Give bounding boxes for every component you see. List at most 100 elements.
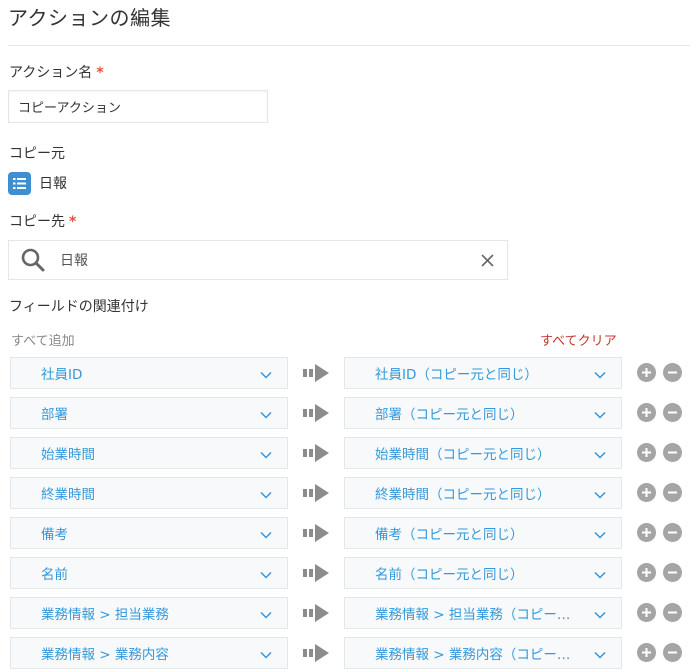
source-field-value: 備考 <box>41 527 68 543</box>
chevron-down-icon <box>259 607 273 621</box>
add-all-link[interactable]: すべて追加 <box>11 330 75 349</box>
plus-icon <box>641 607 652 618</box>
dest-field-select[interactable]: 業務情報 > 担当業務（コピー… <box>344 597 622 629</box>
dest-field-select[interactable]: 社員ID（コピー元と同じ） <box>344 357 622 389</box>
source-field-value: 始業時間 <box>41 447 95 463</box>
copy-source-app-name: 日報 <box>39 176 67 192</box>
chevron-down-icon <box>259 447 273 461</box>
copy-source-label: コピー元 <box>9 146 65 162</box>
source-field-select[interactable]: 業務情報 > 担当業務 <box>10 597 288 629</box>
minus-icon <box>667 647 678 658</box>
title-divider <box>8 45 690 46</box>
source-field-select[interactable]: 終業時間 <box>10 477 288 509</box>
source-field-value: 終業時間 <box>41 487 95 503</box>
dest-field-select[interactable]: 業務情報 > 業務内容（コピー… <box>344 637 622 669</box>
chevron-down-icon <box>259 567 273 581</box>
chevron-down-icon <box>259 527 273 541</box>
minus-icon <box>667 367 678 378</box>
remove-row-button[interactable] <box>663 443 682 462</box>
remove-row-button[interactable] <box>663 603 682 622</box>
page-title: アクションの編集 <box>8 6 171 30</box>
remove-row-button[interactable] <box>663 363 682 382</box>
arrow-right-icon <box>303 524 329 542</box>
required-mark: * <box>96 65 104 81</box>
source-field-select[interactable]: 業務情報 > 業務内容 <box>10 637 288 669</box>
chevron-down-icon <box>259 487 273 501</box>
minus-icon <box>667 407 678 418</box>
arrow-right-icon <box>303 484 329 502</box>
clear-all-link[interactable]: すべてクリア <box>540 330 617 349</box>
plus-icon <box>641 407 652 418</box>
add-row-button[interactable] <box>637 403 656 422</box>
arrow-right-icon <box>303 564 329 582</box>
chevron-down-icon <box>259 367 273 381</box>
mapping-row: 名前 名前（コピー元と同じ） <box>10 557 690 589</box>
add-row-button[interactable] <box>637 563 656 582</box>
source-field-select[interactable]: 始業時間 <box>10 437 288 469</box>
chevron-down-icon <box>593 527 607 541</box>
dest-field-value: 業務情報 > 業務内容（コピー… <box>375 647 571 663</box>
arrow-right-icon <box>303 444 329 462</box>
close-icon[interactable] <box>477 250 497 270</box>
list-app-icon <box>8 171 31 195</box>
mapping-row: 始業時間 始業時間（コピー元と同じ） <box>10 437 690 469</box>
mapping-row: 社員ID 社員ID（コピー元と同じ） <box>10 357 690 389</box>
search-icon <box>20 247 46 273</box>
add-row-button[interactable] <box>637 363 656 382</box>
arrow-right-icon <box>303 604 329 622</box>
dest-field-value: 備考（コピー元と同じ） <box>375 527 524 543</box>
add-row-button[interactable] <box>637 483 656 502</box>
action-name-input[interactable] <box>8 90 268 123</box>
source-field-select[interactable]: 名前 <box>10 557 288 589</box>
chevron-down-icon <box>593 487 607 501</box>
remove-row-button[interactable] <box>663 523 682 542</box>
copy-dest-search-value[interactable]: 日報 <box>60 250 477 270</box>
copy-dest-label: コピー先 * <box>9 211 76 231</box>
copy-dest-label-text: コピー先 <box>9 214 65 230</box>
chevron-down-icon <box>593 407 607 421</box>
remove-row-button[interactable] <box>663 563 682 582</box>
add-row-button[interactable] <box>637 603 656 622</box>
remove-row-button[interactable] <box>663 643 682 662</box>
dest-field-value: 業務情報 > 担当業務（コピー… <box>375 607 571 623</box>
chevron-down-icon <box>259 647 273 661</box>
dest-field-select[interactable]: 終業時間（コピー元と同じ） <box>344 477 622 509</box>
source-field-select[interactable]: 部署 <box>10 397 288 429</box>
dest-field-value: 名前（コピー元と同じ） <box>375 567 524 583</box>
copy-source-app: 日報 <box>8 170 67 196</box>
minus-icon <box>667 447 678 458</box>
mapping-row: 部署 部署（コピー元と同じ） <box>10 397 690 429</box>
source-field-value: 業務情報 > 業務内容 <box>41 647 169 663</box>
add-row-button[interactable] <box>637 643 656 662</box>
dest-field-select[interactable]: 始業時間（コピー元と同じ） <box>344 437 622 469</box>
chevron-down-icon <box>593 567 607 581</box>
remove-row-button[interactable] <box>663 403 682 422</box>
plus-icon <box>641 647 652 658</box>
arrow-right-icon <box>303 404 329 422</box>
mapping-row: 備考 備考（コピー元と同じ） <box>10 517 690 549</box>
source-field-value: 部署 <box>41 407 68 423</box>
chevron-down-icon <box>593 647 607 661</box>
add-row-button[interactable] <box>637 523 656 542</box>
source-field-select[interactable]: 備考 <box>10 517 288 549</box>
copy-dest-search[interactable]: 日報 <box>8 240 508 280</box>
field-mapping-label: フィールドの関連付け <box>9 299 149 315</box>
action-name-label: アクション名 * <box>9 62 104 82</box>
source-field-value: 社員ID <box>41 367 83 383</box>
plus-icon <box>641 527 652 538</box>
add-row-button[interactable] <box>637 443 656 462</box>
source-field-value: 名前 <box>41 567 68 583</box>
remove-row-button[interactable] <box>663 483 682 502</box>
dest-field-select[interactable]: 名前（コピー元と同じ） <box>344 557 622 589</box>
source-field-select[interactable]: 社員ID <box>10 357 288 389</box>
minus-icon <box>667 607 678 618</box>
dest-field-select[interactable]: 部署（コピー元と同じ） <box>344 397 622 429</box>
plus-icon <box>641 487 652 498</box>
plus-icon <box>641 367 652 378</box>
source-field-value: 業務情報 > 担当業務 <box>41 607 169 623</box>
dest-field-value: 終業時間（コピー元と同じ） <box>375 487 551 503</box>
mapping-row: 業務情報 > 担当業務 業務情報 > 担当業務（コピー… <box>10 597 690 629</box>
chevron-down-icon <box>593 367 607 381</box>
required-mark: * <box>69 214 77 230</box>
dest-field-select[interactable]: 備考（コピー元と同じ） <box>344 517 622 549</box>
